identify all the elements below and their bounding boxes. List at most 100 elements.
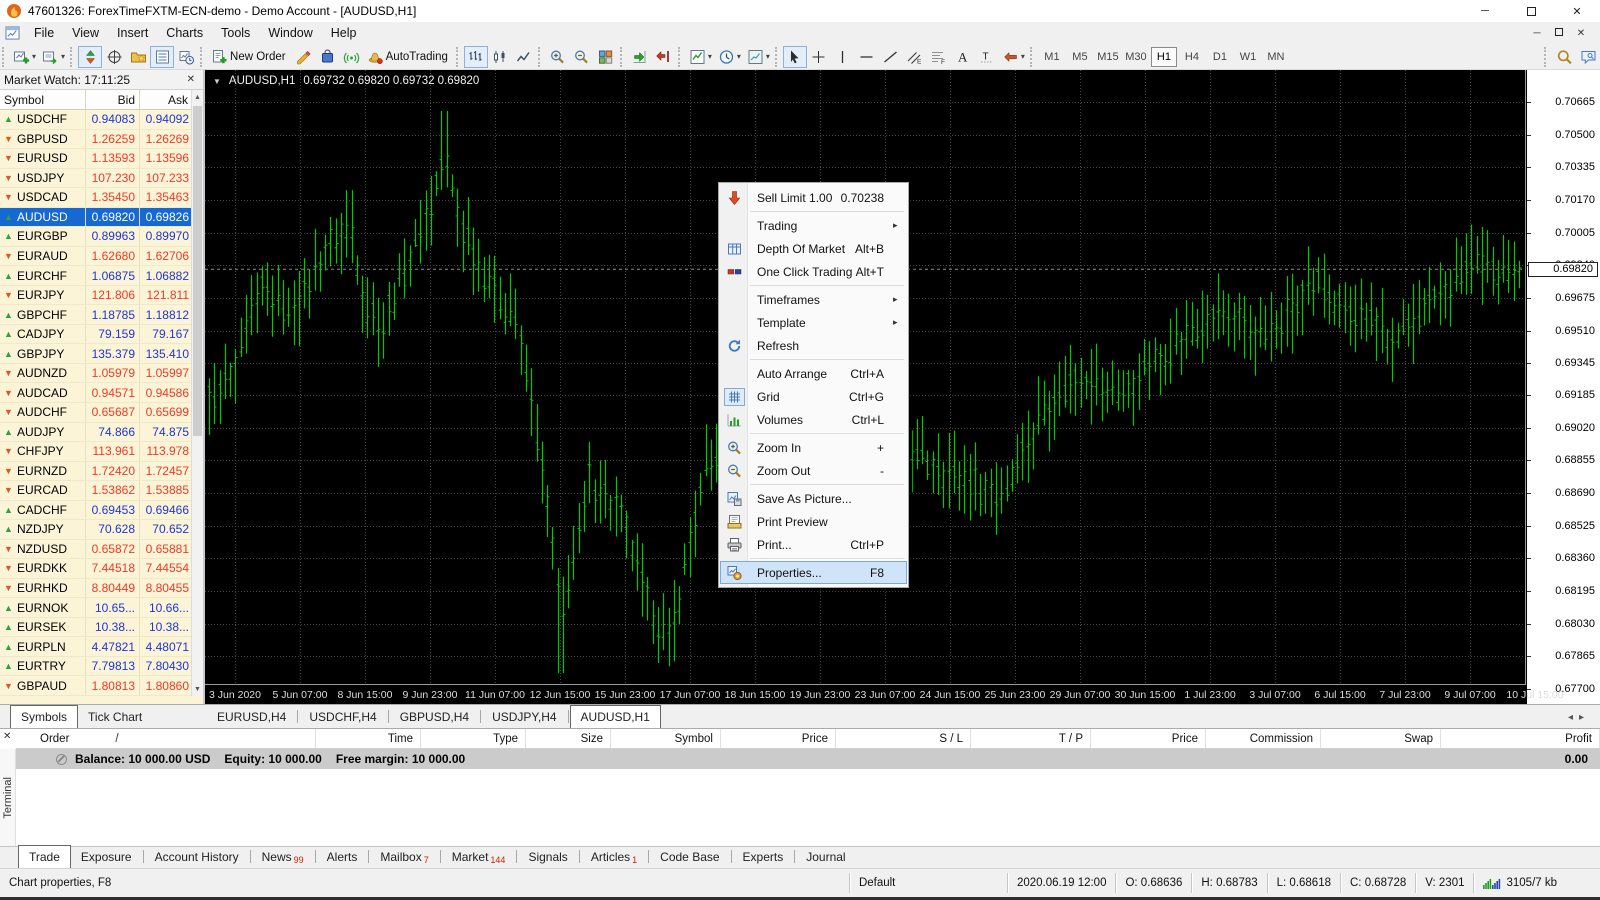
context-menu-item-save-as-picture[interactable]: Save As Picture... bbox=[720, 487, 907, 510]
toolbar-arrows-button[interactable]: ▾ bbox=[999, 46, 1028, 68]
market-watch-row[interactable]: ▼GBPAUD1.808131.80860 bbox=[0, 676, 193, 696]
terminal-column-profit[interactable]: Profit bbox=[1441, 729, 1600, 748]
market-watch-row[interactable]: ▼EURCAD1.538621.53885 bbox=[0, 481, 193, 501]
timeframe-h4-button[interactable]: H4 bbox=[1179, 47, 1205, 67]
timeframe-d1-button[interactable]: D1 bbox=[1207, 47, 1233, 67]
minimize-button[interactable]: ─ bbox=[1462, 0, 1508, 22]
toolbar-data-window-button[interactable] bbox=[102, 46, 126, 68]
market-watch-row[interactable]: ▼EURAUD1.626801.62706 bbox=[0, 247, 193, 267]
toolbar-market-button[interactable] bbox=[316, 46, 340, 68]
scrollbar-thumb[interactable] bbox=[193, 106, 202, 436]
one-click-toggle-icon[interactable]: ▼ bbox=[213, 77, 221, 86]
terminal-close-icon[interactable]: ✕ bbox=[3, 731, 11, 742]
toolbar-strategy-tester-button[interactable] bbox=[174, 46, 198, 68]
market-watch-row[interactable]: ▼CHFJPY113.961113.978 bbox=[0, 442, 193, 462]
terminal-column-swap[interactable]: Swap bbox=[1321, 729, 1441, 748]
terminal-column-type[interactable]: Type bbox=[421, 729, 526, 748]
market-watch-row[interactable]: ▲EURSEK10.38...10.38... bbox=[0, 618, 193, 638]
terminal-column-price[interactable]: Price bbox=[1091, 729, 1206, 748]
market-watch-row[interactable]: ▲GBPJPY135.379135.410 bbox=[0, 344, 193, 364]
market-watch-row[interactable]: ▼NZDUSD0.658720.65881 bbox=[0, 540, 193, 560]
market-watch-row[interactable]: ▼AUDCHF0.656870.65699 bbox=[0, 403, 193, 423]
toolbar-vertical-line-button[interactable] bbox=[831, 46, 855, 68]
context-menu-item-trading[interactable]: Trading▸ bbox=[720, 214, 907, 237]
terminal-column-order[interactable]: Order/ bbox=[16, 729, 316, 748]
menu-insert[interactable]: Insert bbox=[108, 24, 157, 42]
toolbar-market-watch-button[interactable] bbox=[78, 46, 102, 68]
market-watch-row[interactable]: ▼EURJPY121.806121.811 bbox=[0, 286, 193, 306]
toolbar-horizontal-line-button[interactable] bbox=[855, 46, 879, 68]
timeframe-m15-button[interactable]: M15 bbox=[1095, 47, 1121, 67]
market-watch-row[interactable]: ▲AUDJPY74.86674.875 bbox=[0, 423, 193, 443]
timeframe-m5-button[interactable]: M5 bbox=[1067, 47, 1093, 67]
context-menu-item-properties[interactable]: Properties...F8 bbox=[720, 561, 907, 584]
tab-symbols[interactable]: Symbols bbox=[10, 705, 78, 728]
toolbar-cursor-button[interactable] bbox=[783, 46, 807, 68]
market-watch-row[interactable]: ▲CADCHF0.694530.69466 bbox=[0, 501, 193, 521]
context-menu-item-template[interactable]: Template▸ bbox=[720, 311, 907, 334]
toolbar-candlestick-chart-button[interactable] bbox=[488, 46, 512, 68]
child-close-button[interactable]: ✕ bbox=[1570, 28, 1592, 39]
chart-tab-audusd-h1[interactable]: AUDUSD,H1 bbox=[570, 705, 661, 728]
toolbar-text-label-button[interactable]: T bbox=[975, 46, 999, 68]
market-watch-row[interactable]: ▼USDCAD1.354501.35463 bbox=[0, 188, 193, 208]
menu-view[interactable]: View bbox=[63, 24, 108, 42]
terminal-tab-mailbox[interactable]: Mailbox7 bbox=[370, 847, 438, 868]
terminal-tab-news[interactable]: News99 bbox=[252, 847, 314, 868]
market-watch-scrollbar[interactable]: ▲ ▼ bbox=[191, 90, 203, 696]
market-watch-row[interactable]: ▼EURNZD1.724201.72457 bbox=[0, 462, 193, 482]
menu-file[interactable]: File bbox=[25, 24, 63, 42]
market-watch-row[interactable]: ▲CADJPY79.15979.167 bbox=[0, 325, 193, 345]
terminal-column-commission[interactable]: Commission bbox=[1206, 729, 1321, 748]
context-menu-item-auto-arrange[interactable]: Auto ArrangeCtrl+A bbox=[720, 362, 907, 385]
market-watch-row[interactable]: ▲EURGBP0.899630.89970 bbox=[0, 227, 193, 247]
toolbar-periods-button[interactable]: ▾ bbox=[715, 46, 744, 68]
market-watch-row[interactable]: ▲AUDUSD0.698200.69826 bbox=[0, 208, 193, 228]
tab-tick-chart[interactable]: Tick Chart bbox=[78, 707, 152, 728]
toolbar-indicators-button[interactable]: ▾ bbox=[686, 46, 715, 68]
toolbar-signals-button[interactable] bbox=[340, 46, 364, 68]
market-watch-row[interactable]: ▲EURTRY7.798137.80430 bbox=[0, 657, 193, 677]
terminal-tab-trade[interactable]: Trade bbox=[18, 845, 71, 868]
chart-tab-usdchf-h4[interactable]: USDCHF,H4 bbox=[299, 707, 386, 728]
toolbar-auto-scroll-button[interactable] bbox=[628, 46, 652, 68]
market-watch-row[interactable]: ▲EURNOK10.65...10.66... bbox=[0, 598, 193, 618]
toolbar-bar-chart-button[interactable] bbox=[464, 46, 488, 68]
toolbar-text-button[interactable]: A bbox=[951, 46, 975, 68]
toolbar-crosshair-button[interactable] bbox=[807, 46, 831, 68]
toolbar-fibonacci-button[interactable]: F bbox=[927, 46, 951, 68]
toolbar-zoom-in-button[interactable] bbox=[546, 46, 570, 68]
terminal-tab-articles[interactable]: Articles1 bbox=[581, 847, 647, 868]
context-menu-item-grid[interactable]: GridCtrl+G bbox=[720, 385, 907, 408]
market-watch-row[interactable]: ▲GBPCHF1.187851.18812 bbox=[0, 305, 193, 325]
timeframe-mn-button[interactable]: MN bbox=[1263, 47, 1289, 67]
terminal-column-t-p[interactable]: T / P bbox=[971, 729, 1091, 748]
status-profile[interactable]: Default bbox=[849, 873, 1007, 893]
toolbar-tile-windows-button[interactable] bbox=[594, 46, 618, 68]
timeframe-m1-button[interactable]: M1 bbox=[1039, 47, 1065, 67]
market-watch-row[interactable]: ▼AUDNZD1.059791.05997 bbox=[0, 364, 193, 384]
timeframe-h1-button[interactable]: H1 bbox=[1151, 47, 1177, 67]
context-menu-item-zoom-out[interactable]: Zoom Out- bbox=[720, 459, 907, 482]
chart-tab-gbpusd-h4[interactable]: GBPUSD,H4 bbox=[390, 707, 479, 728]
toolbar-profiles-button[interactable]: ▾ bbox=[39, 46, 68, 68]
mw-column-bid[interactable]: Bid bbox=[86, 90, 140, 109]
toolbar-symbol-search-button[interactable] bbox=[1552, 46, 1576, 68]
toolbar-new-chart-button[interactable]: ▾ bbox=[10, 46, 39, 68]
terminal-column-size[interactable]: Size bbox=[526, 729, 611, 748]
context-menu-item-print[interactable]: Print...Ctrl+P bbox=[720, 533, 907, 556]
toolbar-zoom-out-button[interactable] bbox=[570, 46, 594, 68]
child-minimize-button[interactable]: ─ bbox=[1526, 28, 1548, 39]
terminal-tab-exposure[interactable]: Exposure bbox=[71, 847, 142, 868]
timeframe-w1-button[interactable]: W1 bbox=[1235, 47, 1261, 67]
price-axis[interactable]: 0.706650.705000.703350.701700.700050.698… bbox=[1527, 70, 1600, 704]
toolbar-chart-shift-button[interactable] bbox=[652, 46, 676, 68]
toolbar-chat-button[interactable] bbox=[1576, 46, 1600, 68]
market-watch-row[interactable]: ▼EURDKK7.445187.44554 bbox=[0, 559, 193, 579]
toolbar-navigator-button[interactable] bbox=[126, 46, 150, 68]
context-menu-item-one-click-trading[interactable]: One Click TradingAlt+T bbox=[720, 260, 907, 283]
timeframe-m30-button[interactable]: M30 bbox=[1123, 47, 1149, 67]
market-watch-row[interactable]: ▲EURPLN4.478214.48071 bbox=[0, 637, 193, 657]
terminal-tab-signals[interactable]: Signals bbox=[518, 847, 577, 868]
toolbar-new-order-button[interactable]: New Order bbox=[208, 46, 292, 68]
